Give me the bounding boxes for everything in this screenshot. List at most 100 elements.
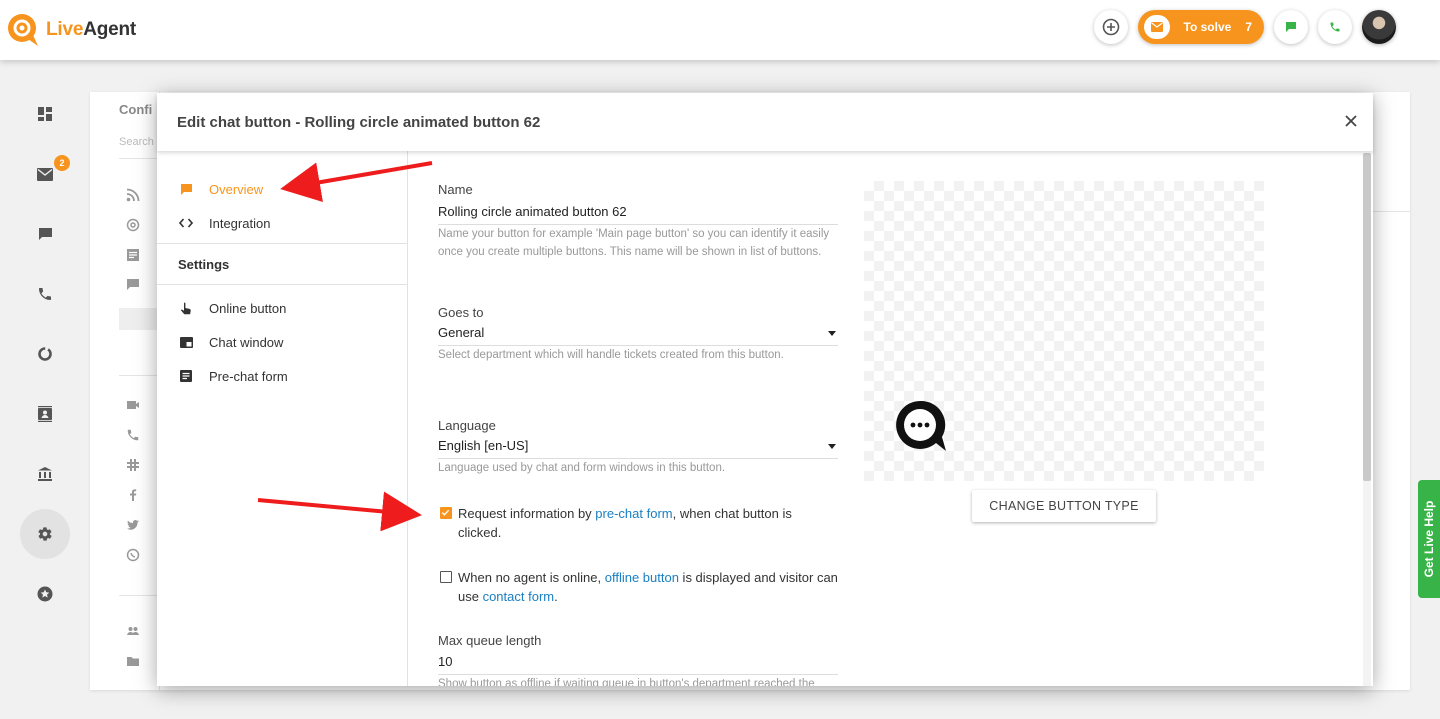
to-solve-count: 7 [1245, 20, 1252, 34]
goes-to-selected-value: General [438, 325, 485, 340]
dropdown-caret-icon [828, 331, 836, 336]
users-icon [127, 627, 139, 635]
contact-form-link[interactable]: contact form [483, 589, 555, 604]
chat-icon [127, 279, 139, 290]
settings-header: Settings [178, 257, 230, 272]
plus-circle-icon [1102, 18, 1119, 36]
nav-reports[interactable] [20, 329, 70, 379]
language-select[interactable]: English [en-US] [438, 438, 838, 459]
name-input[interactable]: Rolling circle animated button 62 [438, 204, 838, 225]
active-menu-item[interactable] [119, 308, 159, 330]
queue-length-label: Max queue length [438, 633, 542, 648]
nav-configuration[interactable] [20, 509, 70, 559]
chat-icon [179, 182, 193, 196]
to-solve-button[interactable]: To solve 7 [1137, 10, 1264, 44]
main-navigation: 2 [0, 60, 90, 719]
liveagent-logo[interactable]: LiveAgent [4, 10, 136, 50]
divider [119, 375, 159, 376]
prechat-request-option: Request information by pre-chat form, wh… [438, 504, 838, 542]
sidebar-item-label: Pre-chat form [209, 368, 288, 384]
top-bar: LiveAgent To solve 7 [0, 0, 1440, 60]
mail-icon [1143, 15, 1170, 39]
add-button[interactable] [1093, 10, 1128, 44]
folder-icon [127, 657, 139, 666]
queue-length-input[interactable]: 10 [438, 654, 838, 675]
offline-button-link[interactable]: offline button [605, 570, 679, 585]
chat-status-button[interactable] [1274, 10, 1308, 44]
dashboard-icon [38, 107, 52, 121]
goes-to-help-text: Select department which will handle tick… [438, 349, 784, 361]
nav-dashboard[interactable] [20, 89, 70, 139]
divider [119, 595, 159, 596]
sidebar-item-overview[interactable]: Overview [157, 172, 407, 206]
scrollbar-thumb[interactable] [1363, 153, 1371, 481]
call-status-button[interactable] [1318, 10, 1352, 44]
twitter-icon [127, 520, 139, 530]
dialog-scrollbar[interactable] [1363, 153, 1371, 686]
pointer-hand-icon [179, 301, 193, 315]
facebook-icon [130, 489, 137, 501]
change-button-type-button[interactable]: CHANGE BUTTON TYPE [972, 490, 1156, 522]
phone-icon [1330, 22, 1340, 32]
viber-icon [126, 548, 140, 562]
sidebar-item-label: Integration [209, 215, 271, 231]
reports-ring-icon [38, 347, 52, 361]
chat-bubble-icon[interactable] [892, 397, 948, 455]
dropdown-caret-icon [828, 444, 836, 449]
nav-tickets[interactable]: 2 [20, 149, 70, 199]
goes-to-select[interactable]: General [438, 325, 838, 346]
user-avatar[interactable] [1362, 10, 1396, 44]
configuration-title: Confi [119, 102, 153, 117]
prechat-request-checkbox[interactable] [440, 507, 452, 519]
get-live-help-tab[interactable]: Get Live Help [1418, 480, 1440, 598]
nav-chats[interactable] [20, 209, 70, 259]
offline-text-after: . [554, 589, 558, 604]
to-solve-label: To solve [1183, 20, 1232, 34]
rss-icon [126, 188, 140, 202]
at-icon [126, 218, 140, 232]
code-icon [179, 216, 193, 230]
nav-knowledgebase[interactable] [20, 449, 70, 499]
contacts-icon [38, 406, 52, 422]
name-help-text: Name your button for example 'Main page … [438, 228, 830, 258]
star-circle-icon [37, 586, 53, 602]
configuration-menu: Confi Search [90, 92, 160, 690]
sidebar-item-online-button[interactable]: Online button [157, 291, 407, 325]
get-live-help-label: Get Live Help [1422, 500, 1436, 578]
nav-contacts[interactable] [20, 389, 70, 439]
bank-icon [38, 467, 52, 481]
top-actions: To solve 7 [1093, 10, 1396, 44]
nav-features[interactable] [20, 569, 70, 619]
gear-icon [38, 527, 52, 541]
configuration-search[interactable]: Search [119, 136, 154, 148]
prechat-form-link[interactable]: pre-chat form [595, 506, 672, 521]
logo-text: LiveAgent [46, 19, 137, 40]
sidebar-item-label: Chat window [209, 334, 284, 350]
nav-calls[interactable] [20, 269, 70, 319]
button-preview [864, 181, 1264, 481]
name-label: Name [438, 182, 473, 197]
phone-icon [39, 288, 51, 300]
offline-checkbox[interactable] [440, 571, 452, 583]
sidebar-item-label: Online button [209, 300, 287, 316]
divider [157, 284, 407, 285]
prechat-text-before: Request information by [458, 506, 596, 521]
dialog-header: Edit chat button - Rolling circle animat… [157, 93, 1373, 151]
close-icon[interactable] [1343, 113, 1359, 129]
language-label: Language [438, 418, 496, 433]
logo-icon [4, 10, 44, 50]
sidebar-item-integration[interactable]: Integration [157, 206, 407, 240]
slack-icon [127, 459, 139, 471]
sidebar-item-prechat-form[interactable]: Pre-chat form [157, 359, 407, 393]
divider [119, 158, 159, 159]
video-icon [127, 401, 139, 409]
language-help-text: Language used by chat and form windows i… [438, 462, 726, 474]
sidebar-item-chat-window[interactable]: Chat window [157, 325, 407, 359]
offline-text-before: When no agent is online, [458, 570, 605, 585]
form-icon [179, 369, 193, 383]
divider [157, 243, 407, 244]
tickets-badge: 2 [54, 155, 70, 171]
overview-form: Name Rolling circle animated button 62 N… [438, 151, 838, 686]
form-icon [127, 249, 139, 261]
dialog-title: Edit chat button - Rolling circle animat… [177, 113, 541, 131]
